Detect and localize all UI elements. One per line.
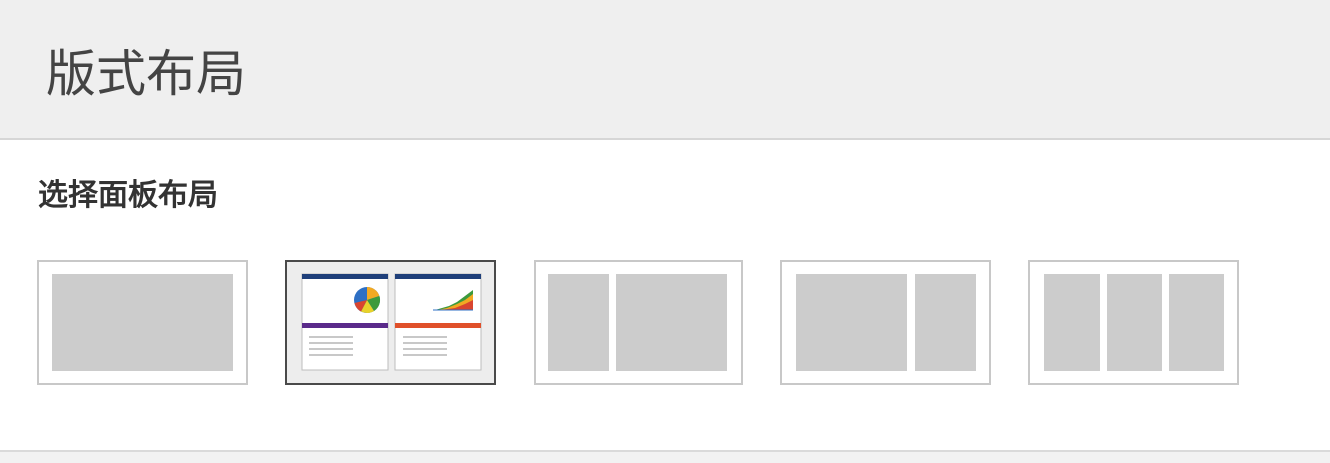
layout-pane [548, 274, 609, 371]
two-panel-report-thumbnail-icon [301, 273, 482, 371]
layout-option-single-pane[interactable] [37, 260, 248, 385]
layout-content: 选择面板布局 [0, 142, 1330, 452]
layout-pane [796, 274, 907, 371]
layout-option-three-columns[interactable] [1028, 260, 1239, 385]
layout-pane [616, 274, 727, 371]
layout-option-two-panel-report[interactable] [285, 260, 496, 385]
layout-pane [52, 274, 233, 371]
footer-divider [0, 450, 1330, 463]
layout-pane [915, 274, 976, 371]
page-title: 版式布局 [46, 45, 246, 103]
layout-pane [1169, 274, 1224, 371]
layout-option-wide-narrow[interactable] [780, 260, 991, 385]
section-label: 选择面板布局 [38, 178, 218, 213]
layout-pane [1107, 274, 1162, 371]
layout-pane [1044, 274, 1100, 371]
layout-option-narrow-wide[interactable] [534, 260, 743, 385]
panel-header: 版式布局 [0, 0, 1330, 140]
